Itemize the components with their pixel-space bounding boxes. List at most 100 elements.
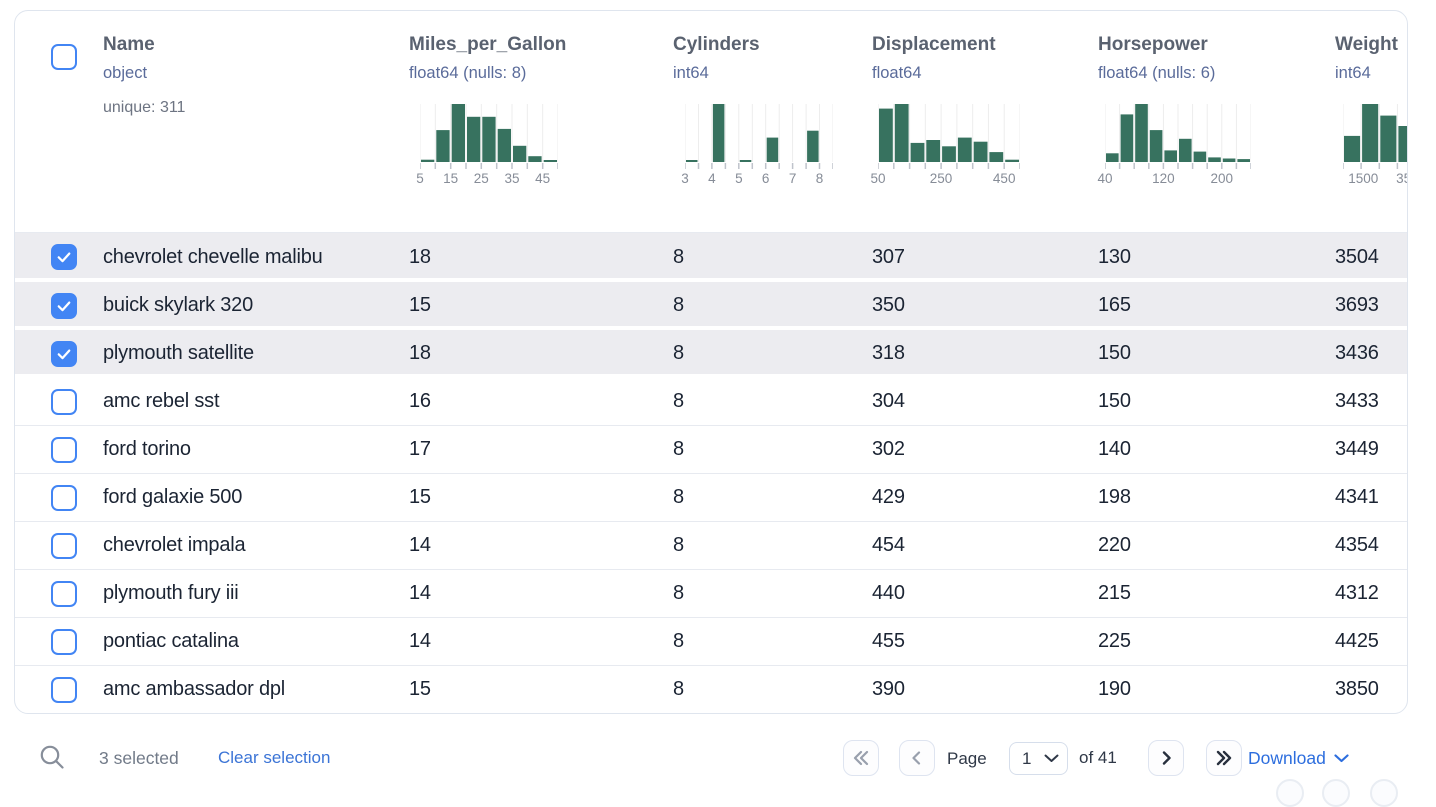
row-checkbox[interactable] (51, 533, 77, 559)
cell-cylinders: 8 (673, 678, 872, 701)
column-title: Weight (1335, 33, 1407, 57)
row-checkbox-cell (15, 629, 103, 655)
histogram-cylinders[interactable]: 345678 (685, 104, 833, 187)
column-title: Name (103, 33, 409, 57)
table-row[interactable]: chevrolet impala 14 8 454 220 4354 (15, 521, 1407, 569)
row-checkbox[interactable] (51, 629, 77, 655)
cell-horsepower: 150 (1098, 342, 1335, 365)
cutoff-action-button[interactable] (1370, 779, 1398, 807)
row-checkbox-cell (15, 293, 103, 319)
cell-cylinders: 8 (673, 630, 872, 653)
cell-cylinders: 8 (673, 486, 872, 509)
histogram-horsepower[interactable]: 40120200 (1105, 104, 1251, 187)
axis-tick-label: 3 (681, 171, 689, 187)
row-checkbox[interactable] (51, 581, 77, 607)
axis-tick-label: 50 (870, 171, 885, 187)
column-header-horsepower[interactable]: Horsepower float64 (nulls: 6) 40120200 (1098, 11, 1335, 232)
table-row[interactable]: chevrolet chevelle malibu 18 8 307 130 3… (15, 233, 1407, 281)
cell-displacement: 350 (872, 294, 1098, 317)
status-bar: 3 selected Clear selection Page 1 of 41 … (0, 730, 1436, 792)
cell-mpg: 14 (409, 630, 673, 653)
header-checkbox-cell (15, 11, 103, 232)
table-row[interactable]: pontiac catalina 14 8 455 225 4425 (15, 617, 1407, 665)
row-checkbox-cell (15, 437, 103, 463)
cell-name: plymouth satellite (103, 342, 409, 365)
axis-tick-label: 120 (1152, 171, 1175, 187)
histogram-axis-labels: 40120200 (1105, 171, 1251, 187)
last-page-button[interactable] (1206, 740, 1242, 776)
cell-mpg: 14 (409, 582, 673, 605)
axis-tick-label: 450 (993, 171, 1016, 187)
axis-tick-label: 35 (504, 171, 519, 187)
row-checkbox-cell (15, 389, 103, 415)
select-all-checkbox[interactable] (51, 44, 77, 70)
column-type: int64 (1335, 64, 1407, 83)
histogram-miles-per-gallon[interactable]: 515253545 (420, 104, 558, 187)
row-checkbox[interactable] (51, 389, 77, 415)
cell-cylinders: 8 (673, 342, 872, 365)
page-label: Page (947, 746, 987, 772)
search-icon[interactable] (39, 744, 66, 771)
table-body: chevrolet chevelle malibu 18 8 307 130 3… (15, 232, 1407, 713)
column-header-weight[interactable]: Weight int64 15003500 (1335, 11, 1407, 232)
cell-horsepower: 130 (1098, 246, 1335, 269)
checkmark-icon (55, 345, 73, 363)
clear-selection-button[interactable]: Clear selection (218, 745, 330, 771)
row-checkbox[interactable] (51, 677, 77, 703)
row-checkbox[interactable] (51, 244, 77, 270)
column-header-miles-per-gallon[interactable]: Miles_per_Gallon float64 (nulls: 8) 5152… (409, 11, 673, 232)
table-row[interactable]: ford galaxie 500 15 8 429 198 4341 (15, 473, 1407, 521)
histogram-bars (878, 104, 1020, 169)
cell-cylinders: 8 (673, 438, 872, 461)
page-select[interactable]: 1 (1009, 742, 1068, 775)
download-button[interactable]: Download (1248, 745, 1349, 771)
row-checkbox-cell (15, 244, 103, 270)
cell-horsepower: 190 (1098, 678, 1335, 701)
histogram-displacement[interactable]: 50250450 (878, 104, 1020, 187)
cell-weight: 3433 (1335, 390, 1407, 413)
cell-mpg: 14 (409, 534, 673, 557)
row-checkbox[interactable] (51, 485, 77, 511)
column-title: Miles_per_Gallon (409, 33, 673, 57)
cell-name: ford torino (103, 438, 409, 461)
row-checkbox[interactable] (51, 437, 77, 463)
axis-tick-label: 5 (416, 171, 424, 187)
cell-horsepower: 215 (1098, 582, 1335, 605)
cell-name: ford galaxie 500 (103, 486, 409, 509)
page-select-value: 1 (1010, 749, 1044, 769)
checkmark-icon (55, 297, 73, 315)
cutoff-action-button[interactable] (1276, 779, 1304, 807)
cell-mpg: 15 (409, 678, 673, 701)
previous-page-button[interactable] (899, 740, 935, 776)
column-title: Horsepower (1098, 33, 1335, 57)
column-title: Displacement (872, 33, 1098, 57)
cell-cylinders: 8 (673, 582, 872, 605)
chevron-left-icon (905, 746, 929, 770)
column-header-name[interactable]: Name object unique: 311 (103, 11, 409, 232)
cell-name: plymouth fury iii (103, 582, 409, 605)
table-row[interactable]: plymouth satellite 18 8 318 150 3436 (15, 329, 1407, 377)
table-row[interactable]: ford torino 17 8 302 140 3449 (15, 425, 1407, 473)
histogram-bars (420, 104, 558, 169)
cutoff-action-button[interactable] (1322, 779, 1350, 807)
column-header-displacement[interactable]: Displacement float64 50250450 (872, 11, 1098, 232)
histogram-axis-labels: 345678 (685, 171, 833, 187)
histogram-weight[interactable]: 15003500 (1343, 104, 1408, 187)
table-row[interactable]: plymouth fury iii 14 8 440 215 4312 (15, 569, 1407, 617)
column-type: float64 (nulls: 6) (1098, 64, 1335, 83)
cell-cylinders: 8 (673, 294, 872, 317)
cell-mpg: 15 (409, 294, 673, 317)
cell-weight: 3504 (1335, 246, 1407, 269)
histogram-axis-labels: 15003500 (1343, 171, 1408, 187)
first-page-button[interactable] (843, 740, 879, 776)
axis-tick-label: 8 (816, 171, 824, 187)
table-row[interactable]: amc ambassador dpl 15 8 390 190 3850 (15, 665, 1407, 713)
cell-displacement: 429 (872, 486, 1098, 509)
cell-displacement: 302 (872, 438, 1098, 461)
table-row[interactable]: buick skylark 320 15 8 350 165 3693 (15, 281, 1407, 329)
row-checkbox[interactable] (51, 341, 77, 367)
table-row[interactable]: amc rebel sst 16 8 304 150 3433 (15, 377, 1407, 425)
row-checkbox[interactable] (51, 293, 77, 319)
next-page-button[interactable] (1148, 740, 1184, 776)
column-header-cylinders[interactable]: Cylinders int64 345678 (673, 11, 872, 232)
